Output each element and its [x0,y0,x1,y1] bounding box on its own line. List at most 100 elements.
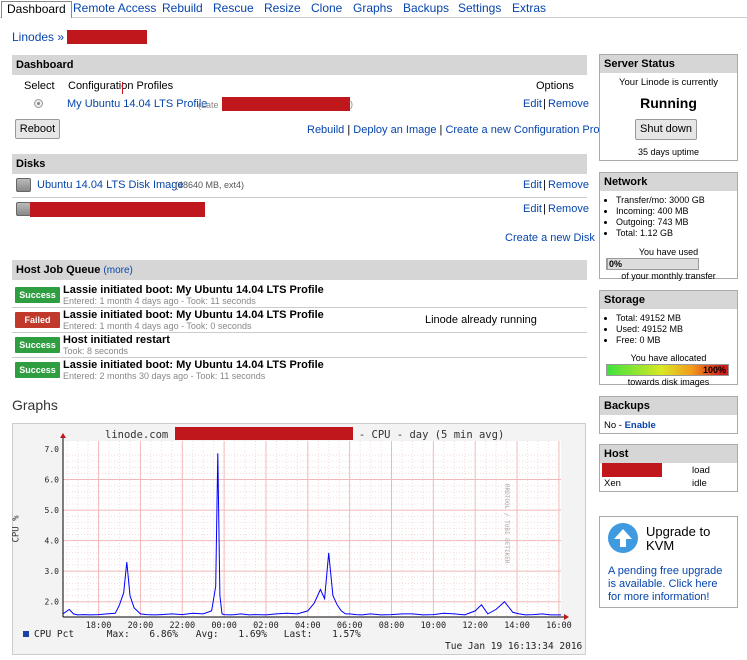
storage-usage-bar: 100% [606,364,729,376]
backups-header: Backups [600,397,737,415]
redacted-host [174,427,353,440]
network-stat: Total: 1.12 GB [616,228,737,239]
deploy-image-link[interactable]: Deploy an Image [353,124,436,136]
col-select: Select [24,80,55,92]
divider [12,197,587,198]
job-3-status-badge: Success [15,337,60,353]
backups-text: No - [604,420,622,431]
profile-name-link[interactable]: My Ubuntu 14.04 LTS Profile [67,98,207,110]
breadcrumb-linodes-link[interactable]: Linodes » [12,30,64,44]
last-label: Last: [283,629,313,640]
chart-legend: CPU Pct Max: 6.86% Avg: 1.69% Last: 1.57… [23,629,361,640]
tab-settings[interactable]: Settings [458,1,501,18]
profile-suffix-end: ) [350,99,353,109]
col-options: Options [536,80,574,92]
x-tick-label: 10:00 [421,621,447,631]
create-disk-link[interactable]: Create a new Disk [505,232,595,244]
host-load-label: load [692,465,710,476]
upgrade-title: Upgrade to KVM [646,524,711,553]
disk-1-edit-link[interactable]: Edit [523,179,542,191]
server-status-box: Server Status Your Linode is currently R… [599,54,738,161]
create-profile-link[interactable]: Create a new Configuration Profile [445,124,613,136]
avg-value: 1.69% [238,629,267,640]
tab-extras[interactable]: Extras [512,1,546,18]
y-tick-label: 5.0 [45,506,60,515]
network-box: Network Transfer/mo: 3000 GB Incoming: 4… [599,172,738,281]
tab-resize[interactable]: Resize [264,1,301,18]
chart-title: linode.com - CPU - day (5 min avg) [105,427,504,441]
tab-rescue[interactable]: Rescue [213,1,254,18]
rrdtool-credit: RRDTOOL / TOBI OETIKER [503,484,510,564]
profile-radio[interactable] [34,99,43,108]
disk-row-1: Ubuntu 14.04 LTS Disk Image (48640 MB, e… [12,178,589,194]
rebuild-link[interactable]: Rebuild [307,124,344,136]
uptime: 35 days uptime [637,147,700,157]
main-tabs: Dashboard Remote Access Rebuild Rescue R… [0,0,747,18]
separator: | [543,203,546,215]
tab-backups[interactable]: Backups [403,1,449,18]
job-queue-more-link[interactable]: (more) [103,265,132,276]
separator: | [543,179,546,191]
tab-graphs[interactable]: Graphs [353,1,392,18]
disk-row-2: Edit | Remove [12,202,589,218]
redacted-linode-name [67,30,148,44]
profile-suffix: (Late [198,100,219,110]
storage-alloc-label: You have allocated [630,353,707,363]
job-1-details: Entered: 1 month 4 days ago - Took: 11 s… [63,296,256,306]
disk-icon [16,202,31,216]
network-stat: Incoming: 400 MB [616,206,737,217]
network-usage-bar: 0% [606,258,699,270]
storage-stat: Free: 0 MB [616,335,737,346]
last-value: 1.57% [332,629,361,640]
host-virtualization: Xen [604,478,621,489]
upgrade-kvm-box[interactable]: Upgrade to KVM A pending free upgrade is… [599,516,738,608]
max-value: 6.86% [149,629,179,640]
upgrade-arrow-icon [608,523,638,553]
backups-box: Backups No - Enable [599,396,738,434]
tab-remote-access[interactable]: Remote Access [73,1,156,18]
breadcrumb: Linodes » [12,30,148,44]
job-4-title: Lassie initiated boot: My Ubuntu 14.04 L… [63,359,324,371]
host-load-value: idle [692,478,707,489]
disk-1-info: (48640 MB, ext4) [175,180,245,190]
legend-label: CPU Pct [34,629,75,640]
disk-2-edit-link[interactable]: Edit [523,203,542,215]
job-queue-header: Host Job Queue (more) [12,260,587,280]
job-3-title: Host initiated restart [63,334,170,346]
job-2-details: Entered: 1 month 4 days ago - Took: 0 se… [63,321,252,331]
y-tick-label: 2.0 [45,598,60,607]
storage-usage-pct: 100% [702,365,726,375]
x-tick-label: 14:00 [504,621,530,631]
disk-2-remove-link[interactable]: Remove [548,203,589,215]
network-usage-fill [607,259,608,269]
separator: | [439,124,443,136]
tab-dashboard[interactable]: Dashboard [1,1,72,18]
separator: | [543,98,546,110]
upgrade-info-link[interactable]: A pending free upgrade is available. Cli… [608,565,733,604]
cpu-graph-svg: 2.03.04.05.06.07.018:00 20:00 22:00 00:00 02… [45,433,572,631]
job-1-title: Lassie initiated boot: My Ubuntu 14.04 L… [63,284,324,296]
x-tick-label: 12:00 [462,621,488,631]
max-label: Max: [106,629,130,640]
y-tick-label: 6.0 [45,476,60,485]
job-4-status-badge: Success [15,362,60,378]
tab-clone[interactable]: Clone [311,1,342,18]
storage-stat: Used: 49152 MB [616,324,737,335]
enable-backups-link[interactable]: Enable [625,420,656,431]
network-footer: of your monthly transfer [621,271,716,281]
profile-remove-link[interactable]: Remove [548,98,589,110]
job-2-note: Linode already running [425,314,537,326]
y-axis-arrow [60,433,66,438]
y-tick-label: 4.0 [45,537,60,546]
separator: | [347,124,351,136]
shut-down-button[interactable]: Shut down [635,119,697,140]
server-status-header: Server Status [600,55,737,73]
disk-1-remove-link[interactable]: Remove [548,179,589,191]
tab-rebuild[interactable]: Rebuild [162,1,203,18]
reboot-button[interactable]: Reboot [15,119,60,139]
profile-edit-link[interactable]: Edit [523,98,542,110]
disk-1-name-link[interactable]: Ubuntu 14.04 LTS Disk Image [37,179,184,191]
job-3-details: Took: 8 seconds [63,346,129,356]
col-configuration-profiles: Configuration Profiles [68,80,174,92]
divider [12,332,587,333]
